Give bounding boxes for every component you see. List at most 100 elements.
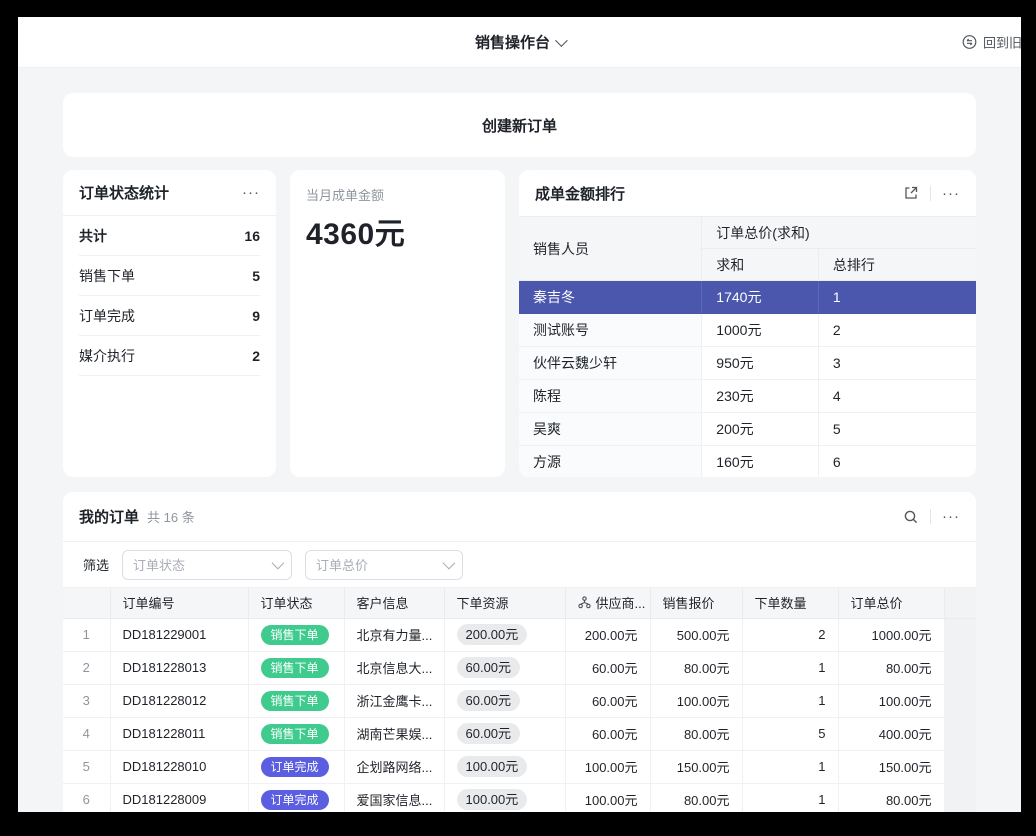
supplier-cell[interactable]: 100.00元 bbox=[565, 750, 650, 783]
qty-cell[interactable]: 1 bbox=[742, 684, 838, 717]
order-status-cell[interactable]: 订单完成 bbox=[248, 750, 344, 783]
col-status[interactable]: 订单状态 bbox=[248, 588, 344, 618]
status-stat-row[interactable]: 订单完成 9 bbox=[79, 296, 260, 336]
order-status-cell[interactable]: 销售下单 bbox=[248, 618, 344, 651]
order-table-row[interactable]: 5 DD181228010 订单完成 企划路网络... 100.00元 100.… bbox=[63, 750, 976, 783]
back-to-old-version-button[interactable]: 回到旧版 bbox=[962, 33, 1021, 52]
col-qty[interactable]: 下单数量 bbox=[742, 588, 838, 618]
supplier-cell[interactable]: 200.00元 bbox=[565, 618, 650, 651]
status-badge: 销售下单 bbox=[261, 658, 329, 678]
order-total-filter-select[interactable]: 订单总价 bbox=[305, 550, 463, 580]
quote-cell[interactable]: 80.00元 bbox=[650, 717, 742, 750]
total-cell[interactable]: 100.00元 bbox=[838, 684, 944, 717]
ranking-row[interactable]: 伙伴云魏少轩 950元 3 bbox=[519, 347, 976, 380]
order-status-cell[interactable]: 销售下单 bbox=[248, 684, 344, 717]
customer-cell[interactable]: 浙江金鹰卡... bbox=[344, 684, 444, 717]
order-status-cell[interactable]: 订单完成 bbox=[248, 783, 344, 812]
total-cell[interactable]: 400.00元 bbox=[838, 717, 944, 750]
total-cell[interactable]: 150.00元 bbox=[838, 750, 944, 783]
ranking-row[interactable]: 陈程 230元 4 bbox=[519, 380, 976, 413]
col-supplier[interactable]: 供应商... bbox=[565, 588, 650, 618]
search-icon[interactable] bbox=[903, 509, 919, 525]
divider bbox=[930, 186, 931, 201]
ranking-col-person: 销售人员 bbox=[519, 217, 702, 281]
qty-cell[interactable]: 1 bbox=[742, 651, 838, 684]
resource-tag: 60.00元 bbox=[457, 690, 521, 712]
total-cell[interactable]: 80.00元 bbox=[838, 783, 944, 812]
divider bbox=[930, 509, 931, 524]
app-window: 销售操作台 回到旧版 创建新订单 订单状态统计 ··· bbox=[18, 17, 1021, 812]
more-icon[interactable]: ··· bbox=[942, 186, 960, 201]
monthly-amount-card: 当月成单金额 4360元 bbox=[290, 170, 505, 477]
quote-cell[interactable]: 80.00元 bbox=[650, 651, 742, 684]
table-filler bbox=[944, 750, 976, 783]
status-stat-value: 9 bbox=[252, 308, 260, 324]
resource-cell[interactable]: 60.00元 bbox=[444, 717, 565, 750]
status-stat-row[interactable]: 共计 16 bbox=[79, 216, 260, 256]
col-order-no[interactable]: 订单编号 bbox=[110, 588, 248, 618]
more-icon[interactable]: ··· bbox=[242, 185, 260, 200]
order-status-cell[interactable]: 销售下单 bbox=[248, 717, 344, 750]
customer-cell[interactable]: 北京有力量... bbox=[344, 618, 444, 651]
order-number-cell[interactable]: DD181228009 bbox=[110, 783, 248, 812]
customer-cell[interactable]: 爱国家信息... bbox=[344, 783, 444, 812]
col-quote[interactable]: 销售报价 bbox=[650, 588, 742, 618]
order-table-row[interactable]: 3 DD181228012 销售下单 浙江金鹰卡... 60.00元 60.00… bbox=[63, 684, 976, 717]
customer-cell[interactable]: 北京信息大... bbox=[344, 651, 444, 684]
order-number-cell[interactable]: DD181228012 bbox=[110, 684, 248, 717]
order-number-cell[interactable]: DD181229001 bbox=[110, 618, 248, 651]
customer-cell[interactable]: 湖南芒果娱... bbox=[344, 717, 444, 750]
workspace-switcher[interactable]: 销售操作台 bbox=[475, 32, 564, 53]
qty-cell[interactable]: 1 bbox=[742, 750, 838, 783]
ranking-row[interactable]: 吴爽 200元 5 bbox=[519, 413, 976, 446]
resource-cell[interactable]: 200.00元 bbox=[444, 618, 565, 651]
order-status-cell[interactable]: 销售下单 bbox=[248, 651, 344, 684]
resource-cell[interactable]: 60.00元 bbox=[444, 684, 565, 717]
quote-cell[interactable]: 100.00元 bbox=[650, 684, 742, 717]
order-number-cell[interactable]: DD181228010 bbox=[110, 750, 248, 783]
ranking-rank-value: 5 bbox=[818, 413, 976, 446]
qty-cell[interactable]: 2 bbox=[742, 618, 838, 651]
total-cell[interactable]: 80.00元 bbox=[838, 651, 944, 684]
my-orders-card: 我的订单 共 16 条 ··· 筛选 订单状态 bbox=[63, 492, 976, 812]
quote-cell[interactable]: 80.00元 bbox=[650, 783, 742, 812]
table-filler bbox=[944, 783, 976, 812]
resource-cell[interactable]: 100.00元 bbox=[444, 783, 565, 812]
order-table-row[interactable]: 6 DD181228009 订单完成 爱国家信息... 100.00元 100.… bbox=[63, 783, 976, 812]
quote-cell[interactable]: 150.00元 bbox=[650, 750, 742, 783]
order-table-row[interactable]: 1 DD181229001 销售下单 北京有力量... 200.00元 200.… bbox=[63, 618, 976, 651]
col-resource[interactable]: 下单资源 bbox=[444, 588, 565, 618]
customer-cell[interactable]: 企划路网络... bbox=[344, 750, 444, 783]
table-filler bbox=[944, 618, 976, 651]
qty-cell[interactable]: 1 bbox=[742, 783, 838, 812]
open-in-new-icon[interactable] bbox=[903, 185, 919, 201]
ranking-row[interactable]: 测试账号 1000元 2 bbox=[519, 314, 976, 347]
status-stat-row[interactable]: 销售下单 5 bbox=[79, 256, 260, 296]
supplier-cell[interactable]: 60.00元 bbox=[565, 684, 650, 717]
more-icon[interactable]: ··· bbox=[942, 509, 960, 524]
ranking-rank-value: 1 bbox=[818, 281, 976, 314]
status-badge: 销售下单 bbox=[261, 691, 329, 711]
ranking-card: 成单金额排行 ··· bbox=[519, 170, 976, 477]
ranking-row[interactable]: 方源 160元 6 bbox=[519, 446, 976, 478]
supplier-cell[interactable]: 100.00元 bbox=[565, 783, 650, 812]
col-total[interactable]: 订单总价 bbox=[838, 588, 944, 618]
order-table-row[interactable]: 2 DD181228013 销售下单 北京信息大... 60.00元 60.00… bbox=[63, 651, 976, 684]
ranking-row[interactable]: 秦吉冬 1740元 1 bbox=[519, 281, 976, 314]
col-customer[interactable]: 客户信息 bbox=[344, 588, 444, 618]
total-cell[interactable]: 1000.00元 bbox=[838, 618, 944, 651]
resource-cell[interactable]: 60.00元 bbox=[444, 651, 565, 684]
resource-cell[interactable]: 100.00元 bbox=[444, 750, 565, 783]
row-index: 2 bbox=[63, 651, 110, 684]
order-table-row[interactable]: 4 DD181228011 销售下单 湖南芒果娱... 60.00元 60.00… bbox=[63, 717, 976, 750]
row-index: 5 bbox=[63, 750, 110, 783]
quote-cell[interactable]: 500.00元 bbox=[650, 618, 742, 651]
supplier-cell[interactable]: 60.00元 bbox=[565, 717, 650, 750]
order-number-cell[interactable]: DD181228011 bbox=[110, 717, 248, 750]
status-stat-row[interactable]: 媒介执行 2 bbox=[79, 336, 260, 376]
order-number-cell[interactable]: DD181228013 bbox=[110, 651, 248, 684]
order-status-filter-select[interactable]: 订单状态 bbox=[122, 550, 292, 580]
qty-cell[interactable]: 5 bbox=[742, 717, 838, 750]
supplier-cell[interactable]: 60.00元 bbox=[565, 651, 650, 684]
create-order-button[interactable]: 创建新订单 bbox=[63, 93, 976, 157]
